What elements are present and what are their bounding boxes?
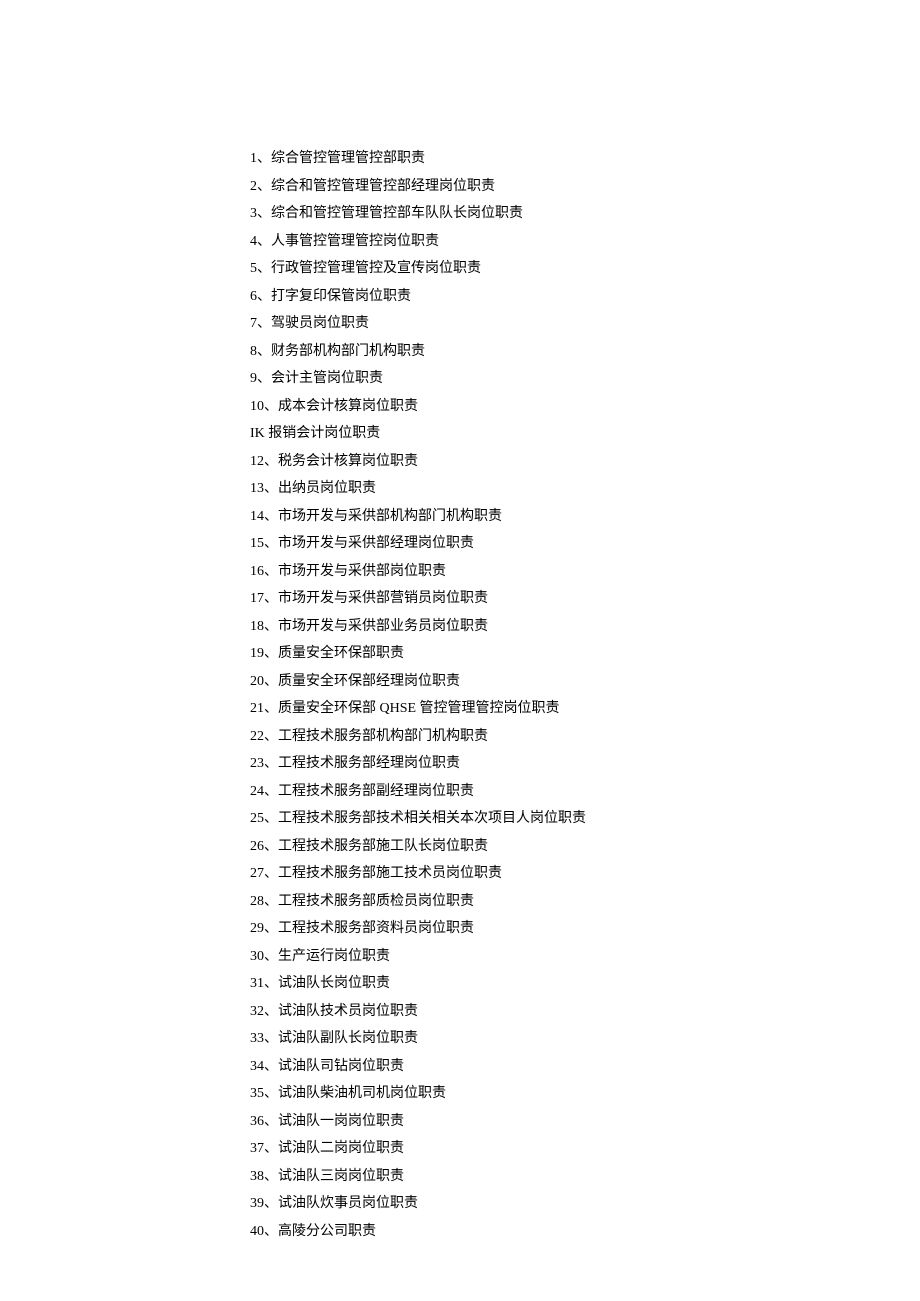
- list-item: 19、质量安全环保部职责: [250, 640, 920, 668]
- list-item: 35、试油队柴油机司机岗位职责: [250, 1080, 920, 1108]
- list-item: 23、工程技术服务部经理岗位职责: [250, 750, 920, 778]
- list-item: 15、市场开发与采供部经理岗位职责: [250, 530, 920, 558]
- list-item: 37、试油队二岗岗位职责: [250, 1135, 920, 1163]
- list-item: 4、人事管控管理管控岗位职责: [250, 228, 920, 256]
- list-item: 6、打字复印保管岗位职责: [250, 283, 920, 311]
- list-item: 24、工程技术服务部副经理岗位职责: [250, 778, 920, 806]
- list-item: 30、生产运行岗位职责: [250, 943, 920, 971]
- list-item: 18、市场开发与采供部业务员岗位职责: [250, 613, 920, 641]
- list-item: 21、质量安全环保部 QHSE 管控管理管控岗位职责: [250, 695, 920, 723]
- list-item: 9、会计主管岗位职责: [250, 365, 920, 393]
- list-item: 7、驾驶员岗位职责: [250, 310, 920, 338]
- list-item: 33、试油队副队长岗位职责: [250, 1025, 920, 1053]
- list-item: 16、市场开发与采供部岗位职责: [250, 558, 920, 586]
- list-item: 39、试油队炊事员岗位职责: [250, 1190, 920, 1218]
- list-item: 5、行政管控管理管控及宣传岗位职责: [250, 255, 920, 283]
- list-item: IK 报销会计岗位职责: [250, 420, 920, 448]
- list-item: 32、试油队技术员岗位职责: [250, 998, 920, 1026]
- list-item: 27、工程技术服务部施工技术员岗位职责: [250, 860, 920, 888]
- list-item: 10、成本会计核算岗位职责: [250, 393, 920, 421]
- list-item: 3、综合和管控管理管控部车队队长岗位职责: [250, 200, 920, 228]
- list-item: 22、工程技术服务部机构部门机构职责: [250, 723, 920, 751]
- list-item: 36、试油队一岗岗位职责: [250, 1108, 920, 1136]
- list-item: 13、出纳员岗位职责: [250, 475, 920, 503]
- list-item: 34、试油队司钻岗位职责: [250, 1053, 920, 1081]
- list-item: 8、财务部机构部门机构职责: [250, 338, 920, 366]
- document-list: 1、综合管控管理管控部职责2、综合和管控管理管控部经理岗位职责3、综合和管控管理…: [250, 145, 920, 1245]
- list-item: 25、工程技术服务部技术相关相关本次项目人岗位职责: [250, 805, 920, 833]
- list-item: 14、市场开发与采供部机构部门机构职责: [250, 503, 920, 531]
- list-item: 2、综合和管控管理管控部经理岗位职责: [250, 173, 920, 201]
- list-item: 12、税务会计核算岗位职责: [250, 448, 920, 476]
- list-item: 29、工程技术服务部资料员岗位职责: [250, 915, 920, 943]
- list-item: 1、综合管控管理管控部职责: [250, 145, 920, 173]
- list-item: 17、市场开发与采供部营销员岗位职责: [250, 585, 920, 613]
- list-item: 40、高陵分公司职责: [250, 1218, 920, 1246]
- list-item: 26、工程技术服务部施工队长岗位职责: [250, 833, 920, 861]
- list-item: 20、质量安全环保部经理岗位职责: [250, 668, 920, 696]
- list-item: 28、工程技术服务部质检员岗位职责: [250, 888, 920, 916]
- list-item: 31、试油队长岗位职责: [250, 970, 920, 998]
- list-item: 38、试油队三岗岗位职责: [250, 1163, 920, 1191]
